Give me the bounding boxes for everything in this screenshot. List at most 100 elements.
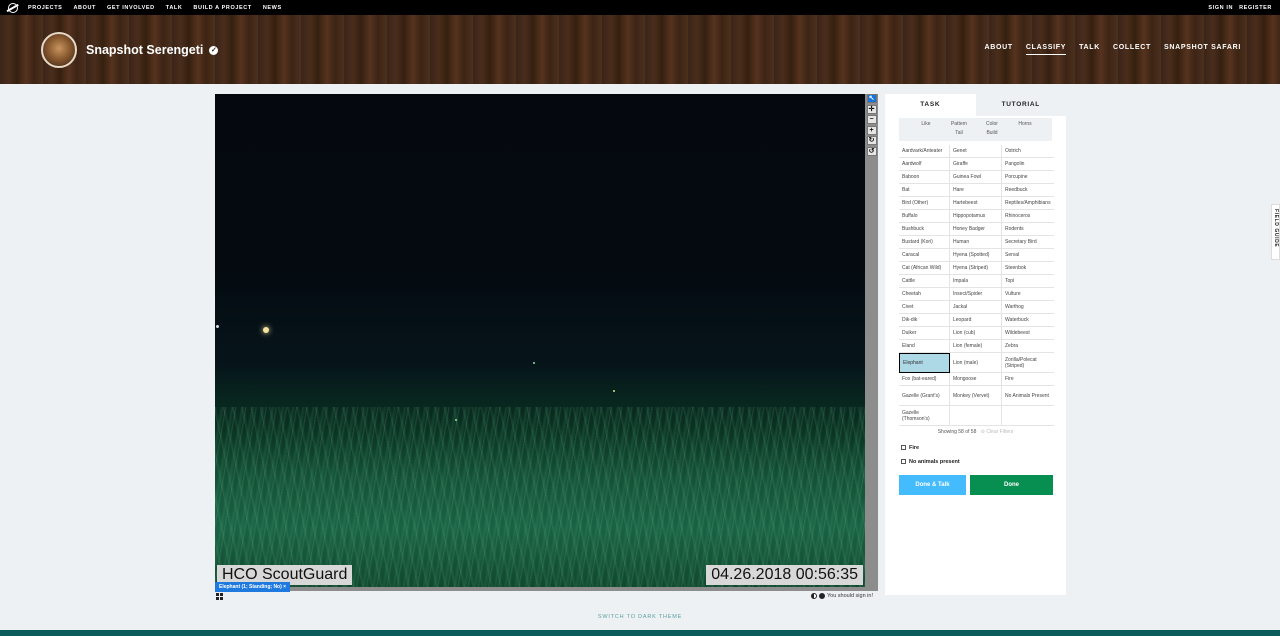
- species-option[interactable]: Hare: [950, 184, 1002, 197]
- species-option[interactable]: Serval: [1002, 249, 1054, 262]
- species-option[interactable]: Lion (female): [950, 340, 1002, 353]
- zoo-nav-news[interactable]: NEWS: [263, 5, 282, 11]
- species-option[interactable]: Secretary Bird: [1002, 236, 1054, 249]
- species-option[interactable]: Duiker: [899, 327, 950, 340]
- species-option[interactable]: Impala: [950, 275, 1002, 288]
- tab-task[interactable]: TASK: [885, 94, 976, 116]
- species-option[interactable]: Gazelle (Grant's): [899, 386, 950, 406]
- tab-tutorial[interactable]: TUTORIAL: [975, 94, 1066, 116]
- zoo-nav-projects[interactable]: PROJECTS: [28, 5, 62, 11]
- species-option[interactable]: Hartebeest: [950, 197, 1002, 210]
- reset-view-icon[interactable]: ↺: [866, 146, 877, 156]
- zooniverse-logo-icon[interactable]: [8, 2, 18, 13]
- species-option[interactable]: Honey Badger: [950, 223, 1002, 236]
- species-option[interactable]: Cheetah: [899, 288, 950, 301]
- filter-build[interactable]: Build: [976, 130, 1009, 137]
- move-pan-icon[interactable]: ✛: [866, 104, 877, 114]
- species-option[interactable]: Human: [950, 236, 1002, 249]
- species-option[interactable]: Vulture: [1002, 288, 1054, 301]
- species-option[interactable]: Leopard: [950, 314, 1002, 327]
- zoo-nav-get-involved[interactable]: GET INVOLVED: [107, 5, 155, 11]
- species-option[interactable]: Guinea Fowl: [950, 171, 1002, 184]
- species-option[interactable]: Bird (Other): [899, 197, 950, 210]
- species-option[interactable]: Cat (African Wild): [899, 262, 950, 275]
- zoom-out-icon[interactable]: −: [866, 115, 877, 124]
- select-pointer-icon[interactable]: ↖: [866, 94, 877, 103]
- species-option[interactable]: Zebra: [1002, 340, 1054, 353]
- filter-tail[interactable]: Tail: [943, 130, 976, 137]
- grid-view-icon[interactable]: [216, 593, 223, 600]
- species-option[interactable]: Bat: [899, 184, 950, 197]
- species-option[interactable]: Caracal: [899, 249, 950, 262]
- species-option[interactable]: Mongoose: [950, 373, 1002, 386]
- species-option[interactable]: Reedbuck: [1002, 184, 1054, 197]
- annotation-chip-elephant[interactable]: Elephant (1; Standing; No) ×: [215, 582, 291, 592]
- filter-color[interactable]: Color: [976, 121, 1009, 128]
- species-option[interactable]: Lion (male): [950, 353, 1002, 373]
- project-nav-collect[interactable]: COLLECT: [1113, 44, 1151, 55]
- sign-in-note[interactable]: You should sign in!: [827, 593, 873, 599]
- zoo-nav-build-a-project[interactable]: BUILD A PROJECT: [193, 5, 251, 11]
- species-option[interactable]: Genet: [950, 145, 1002, 158]
- species-option[interactable]: Aardvark/Anteater: [899, 145, 950, 158]
- zoo-nav-talk[interactable]: TALK: [166, 5, 183, 11]
- species-option[interactable]: Jackal: [950, 301, 1002, 314]
- info-icon[interactable]: [819, 593, 825, 599]
- no-animals-checkbox[interactable]: [901, 459, 906, 464]
- project-title[interactable]: Snapshot Serengeti: [86, 43, 203, 57]
- species-option[interactable]: Zorilla/Polecat (Striped): [1002, 353, 1054, 373]
- species-option[interactable]: Topi: [1002, 275, 1054, 288]
- rotate-icon[interactable]: ↻: [866, 136, 877, 145]
- project-avatar[interactable]: [41, 31, 77, 68]
- species-option[interactable]: Fire: [1002, 373, 1054, 386]
- zoom-in-icon[interactable]: +: [866, 125, 877, 135]
- species-option[interactable]: Bushbuck: [899, 223, 950, 236]
- invert-colors-icon[interactable]: [811, 593, 817, 599]
- species-option[interactable]: Civet: [899, 301, 950, 314]
- project-nav-talk[interactable]: TALK: [1079, 44, 1100, 55]
- sign-in-link[interactable]: SIGN IN: [1208, 5, 1233, 11]
- species-option[interactable]: Buffalo: [899, 210, 950, 223]
- species-option[interactable]: Monkey (Vervet): [950, 386, 1002, 406]
- species-option[interactable]: Warthog: [1002, 301, 1054, 314]
- project-nav-about[interactable]: ABOUT: [984, 44, 1012, 55]
- species-option[interactable]: Reptiles/Amphibians: [1002, 197, 1054, 210]
- no-animals-checkbox-row[interactable]: No animals present: [901, 457, 1066, 466]
- fire-checkbox-row[interactable]: Fire: [901, 443, 1066, 452]
- species-option[interactable]: Eland: [899, 340, 950, 353]
- project-nav-classify[interactable]: CLASSIFY: [1025, 44, 1067, 55]
- species-option[interactable]: Dik-dik: [899, 314, 950, 327]
- zoo-nav-about[interactable]: ABOUT: [73, 5, 96, 11]
- species-option[interactable]: Porcupine: [1002, 171, 1054, 184]
- species-option[interactable]: Pangolin: [1002, 158, 1054, 171]
- species-option[interactable]: Hyena (Spotted): [950, 249, 1002, 262]
- field-guide-tab[interactable]: FIELD GUIDE: [1271, 204, 1280, 260]
- switch-theme-link[interactable]: SWITCH TO DARK THEME: [0, 614, 1280, 620]
- species-option[interactable]: Waterbuck: [1002, 314, 1054, 327]
- species-option[interactable]: Hippopotamus: [950, 210, 1002, 223]
- species-option[interactable]: Baboon: [899, 171, 950, 184]
- species-option[interactable]: Hyena (Striped): [950, 262, 1002, 275]
- species-option[interactable]: Insect/Spider: [950, 288, 1002, 301]
- species-option[interactable]: No Animals Present: [1002, 386, 1054, 406]
- species-option[interactable]: Wildebeest: [1002, 327, 1054, 340]
- project-nav-snapshot-safari[interactable]: SNAPSHOT SAFARI: [1164, 44, 1241, 55]
- species-option[interactable]: Rodents: [1002, 223, 1054, 236]
- filter-like[interactable]: Like: [910, 121, 943, 128]
- species-option[interactable]: Cattle: [899, 275, 950, 288]
- done-button[interactable]: Done: [970, 475, 1053, 495]
- species-option[interactable]: Ostrich: [1002, 145, 1054, 158]
- fire-checkbox[interactable]: [901, 445, 906, 450]
- filter-horns[interactable]: Horns: [1009, 121, 1042, 128]
- species-option[interactable]: Giraffe: [950, 158, 1002, 171]
- species-option[interactable]: Lion (cub): [950, 327, 1002, 340]
- species-option[interactable]: Steenbok: [1002, 262, 1054, 275]
- species-option[interactable]: Bustard (Kori): [899, 236, 950, 249]
- register-link[interactable]: REGISTER: [1239, 5, 1272, 11]
- filter-pattern[interactable]: Pattern: [943, 121, 976, 128]
- done-and-talk-button[interactable]: Done & Talk: [899, 475, 966, 495]
- species-option[interactable]: Fox (bat-eared): [899, 373, 950, 386]
- clear-filters-button[interactable]: ⊘ Clear Filters: [981, 429, 1014, 435]
- camera-trap-image[interactable]: HCO ScoutGuard 04.26.2018 00:56:35: [215, 94, 865, 587]
- species-option[interactable]: Aardwolf: [899, 158, 950, 171]
